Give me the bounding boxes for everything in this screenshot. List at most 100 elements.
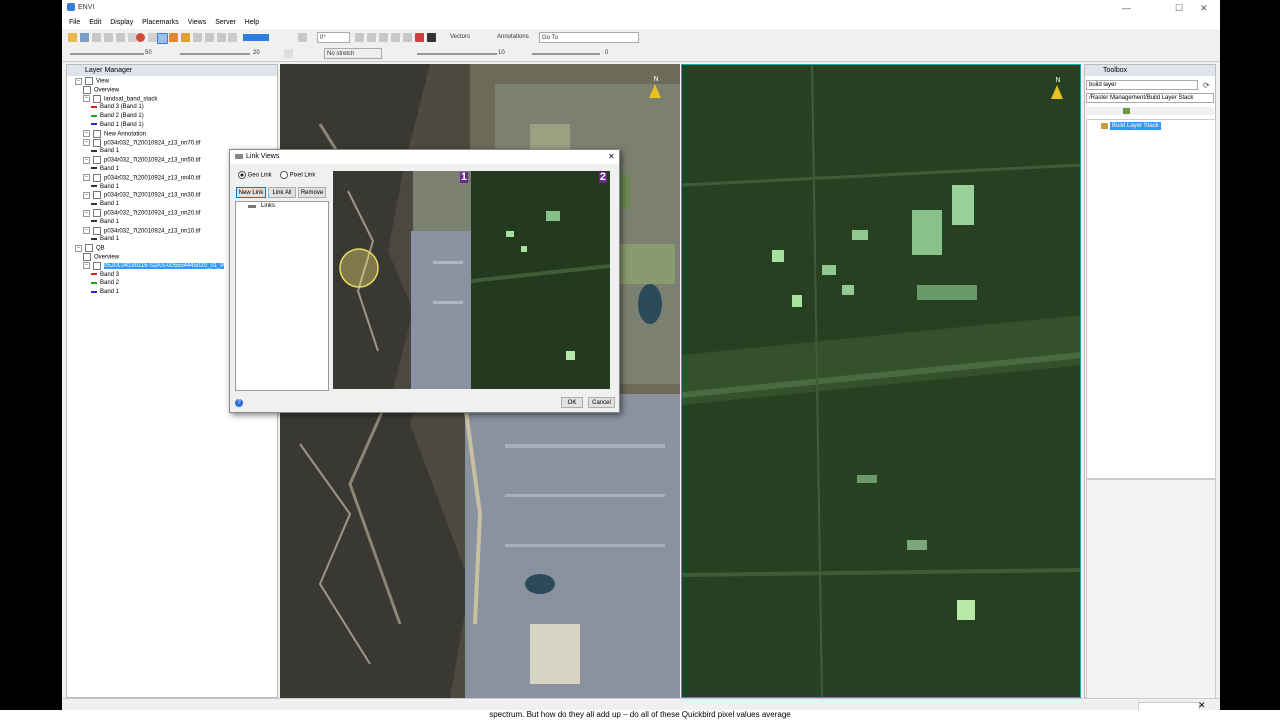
layer-tree-row[interactable]: Band 1 <box>91 200 119 209</box>
rotate-icon[interactable] <box>181 33 190 42</box>
help-icon[interactable]: ? <box>235 399 243 407</box>
expand-toggle-icon[interactable]: − <box>83 191 90 199</box>
vector-icon[interactable] <box>169 33 178 42</box>
undo-icon[interactable] <box>355 33 364 42</box>
zoom-level-bar[interactable] <box>243 34 269 41</box>
chip-icon[interactable] <box>427 33 436 42</box>
layer-tree-row[interactable]: Overview <box>83 85 119 95</box>
portal-icon[interactable] <box>415 33 424 42</box>
transparency-slider[interactable] <box>532 53 600 55</box>
contrast-slider[interactable] <box>180 53 250 55</box>
layer-tree-row[interactable]: Band 1 <box>91 218 119 227</box>
link-preview-view-1[interactable]: 1 <box>333 171 471 389</box>
ok-button[interactable]: OK <box>561 397 583 408</box>
expand-toggle-icon[interactable]: − <box>83 139 90 147</box>
zoom-out-icon[interactable] <box>205 33 214 42</box>
toolbox-search-input[interactable]: build layer <box>1086 80 1198 90</box>
layer-tree-row[interactable]: Band 2 (Band 1) <box>91 112 144 121</box>
layer-tree-row[interactable]: − p034r032_7t20010924_z13_nn40.tif <box>83 173 200 183</box>
layer-visibility-checkbox[interactable] <box>93 129 101 138</box>
layer-visibility-checkbox[interactable] <box>83 253 91 261</box>
layer-tree-row[interactable]: Band 1 <box>91 147 119 156</box>
expand-toggle-icon[interactable]: − <box>83 95 90 103</box>
geo-link-radio-dot[interactable] <box>238 171 246 179</box>
dialog-close-button[interactable]: ✕ <box>608 152 615 161</box>
pixel-link-radio[interactable]: Pixel Link <box>280 171 315 179</box>
tool-build-layer-stack[interactable]: Build Layer Stack <box>1110 122 1161 130</box>
layer-tree-row[interactable]: Band 2 <box>91 279 119 288</box>
stretch-icon[interactable] <box>284 49 293 58</box>
expand-toggle-icon[interactable]: − <box>83 156 90 164</box>
layer-tree-row[interactable]: − New Annotation <box>83 129 146 139</box>
zoom-in-icon[interactable] <box>193 33 202 42</box>
layer-tree-row[interactable]: Band 3 <box>91 271 119 280</box>
menu-server[interactable]: Server <box>215 19 236 26</box>
view-2-quickbird[interactable]: N <box>681 64 1081 698</box>
sharpen-slider[interactable] <box>417 53 497 55</box>
print-icon[interactable] <box>104 33 113 42</box>
minimize-button[interactable]: — <box>1122 3 1131 13</box>
goto-field[interactable]: Go To <box>539 32 639 43</box>
pin-icon[interactable] <box>136 33 145 42</box>
vectors-menu[interactable]: Vectors <box>450 34 470 40</box>
layer-visibility-checkbox[interactable] <box>93 261 101 270</box>
refresh-icon[interactable]: ⟳ <box>1203 81 1210 90</box>
layer-tree-row[interactable]: − p034r032_7t20010924_z13_nn10.tif <box>83 226 200 236</box>
menu-views[interactable]: Views <box>188 19 207 26</box>
layer-visibility-checkbox[interactable] <box>93 191 101 200</box>
layer-tree-row[interactable]: Overview <box>83 253 119 262</box>
redo-icon[interactable] <box>367 33 376 42</box>
menu-help[interactable]: Help <box>245 19 259 26</box>
layer-tree-row[interactable]: − p034r032_7t20010924_z13_nn20.tif <box>83 209 200 218</box>
save-icon[interactable] <box>80 33 89 42</box>
layer-tree-row[interactable]: Band 3 (Band 1) <box>91 103 144 112</box>
layer-tree-row[interactable]: − p034r032_7t20010924_z13_nn50.tif <box>83 156 200 165</box>
remove-button[interactable]: Remove <box>298 187 326 198</box>
expand-toggle-icon[interactable]: − <box>83 227 90 235</box>
select-icon[interactable] <box>148 33 157 42</box>
layer-tree-row[interactable]: − QB <box>75 244 105 253</box>
favorite-icon[interactable] <box>1123 108 1130 114</box>
layer-visibility-checkbox[interactable] <box>93 209 101 217</box>
layer-visibility-checkbox[interactable] <box>93 156 101 165</box>
layer-tree-row[interactable]: − p034r032_7t20010924_z13_nn30.tif <box>83 191 200 200</box>
annotations-menu[interactable]: Annotations <box>497 34 529 40</box>
layer-visibility-checkbox[interactable] <box>85 244 93 253</box>
layer-visibility-checkbox[interactable] <box>93 173 101 182</box>
layer-tree-row[interactable]: Band 1 <box>91 235 119 244</box>
menu-edit[interactable]: Edit <box>89 19 101 26</box>
stretch-select[interactable]: No stretch <box>324 48 382 59</box>
menu-file[interactable]: File <box>69 19 80 26</box>
cursor-value-icon[interactable] <box>379 33 388 42</box>
layer-tree-row[interactable]: Band 1 <box>91 183 119 192</box>
expand-toggle-icon[interactable]: − <box>75 77 82 85</box>
menu-placemarks[interactable]: Placemarks <box>142 19 179 26</box>
close-button[interactable]: ✕ <box>1200 3 1208 14</box>
menu-display[interactable]: Display <box>110 19 133 26</box>
expand-toggle-icon[interactable]: − <box>83 209 90 217</box>
rotation-field[interactable]: 0° <box>317 32 350 43</box>
layout-icon[interactable] <box>92 33 101 42</box>
layer-tree-row[interactable]: − p034r032_7t20010924_z13_nn70.tif <box>83 138 200 148</box>
layer-tree-row[interactable]: Band 1 <box>91 288 119 297</box>
mensuration-icon[interactable] <box>403 33 412 42</box>
cancel-button[interactable]: Cancel <box>588 397 615 408</box>
layer-visibility-checkbox[interactable] <box>93 94 101 103</box>
layer-tree-row[interactable]: − landsat_band_stack <box>83 94 157 104</box>
layer-visibility-checkbox[interactable] <box>85 77 93 85</box>
rotate-left-icon[interactable] <box>298 33 307 42</box>
layer-tree-row[interactable]: − View <box>75 77 109 86</box>
layer-visibility-checkbox[interactable] <box>93 226 101 235</box>
maximize-button[interactable]: ☐ <box>1175 3 1183 14</box>
open-icon[interactable] <box>68 33 77 42</box>
links-label[interactable]: Links <box>261 203 275 209</box>
layer-visibility-checkbox[interactable] <box>83 85 91 94</box>
expand-toggle-icon[interactable]: − <box>75 244 82 252</box>
layer-tree-row[interactable]: Band 1 (Band 1) <box>91 121 144 130</box>
export-icon[interactable] <box>116 33 125 42</box>
layer-visibility-checkbox[interactable] <box>93 138 101 147</box>
crosshair-icon[interactable] <box>157 33 168 44</box>
zoom-box-icon[interactable] <box>228 33 237 42</box>
geo-link-radio[interactable]: Geo Link <box>238 171 272 179</box>
zoom-full-icon[interactable] <box>217 33 226 42</box>
